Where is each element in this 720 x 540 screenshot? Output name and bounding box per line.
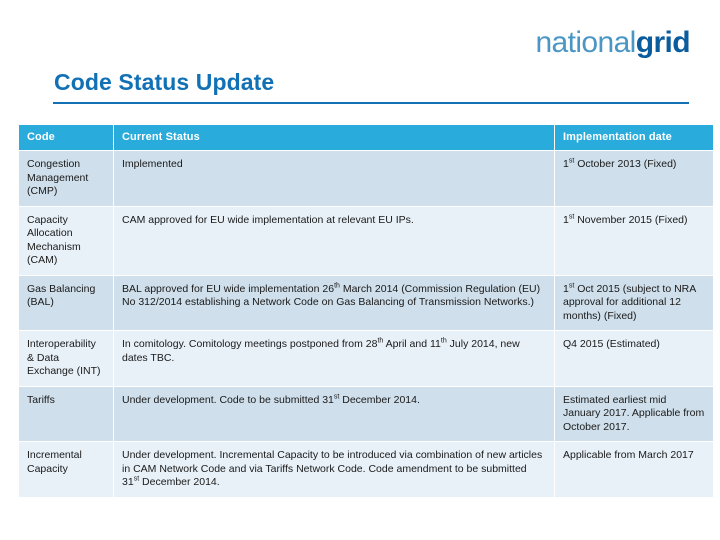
title-block: Code Status Update bbox=[53, 68, 690, 104]
cell-implementation-date: Estimated earliest mid January 2017. App… bbox=[555, 386, 713, 441]
cell-current-status: Implemented bbox=[114, 151, 554, 206]
code-status-table: Code Current Status Implementation date … bbox=[18, 124, 714, 498]
column-header-code: Code bbox=[19, 125, 113, 150]
column-header-implementation-date: Implementation date bbox=[555, 125, 713, 150]
code-status-table-wrapper: Code Current Status Implementation date … bbox=[18, 124, 714, 498]
cell-implementation-date: 1st November 2015 (Fixed) bbox=[555, 206, 713, 275]
cell-code: Gas Balancing (BAL) bbox=[19, 275, 113, 330]
logo-text-grid: grid bbox=[635, 26, 691, 59]
table-row: Congestion Management (CMP) Implemented 1s… bbox=[19, 151, 713, 206]
cell-implementation-date: Q4 2015 (Estimated) bbox=[555, 331, 713, 386]
table-row: Incremental Capacity Under development. I… bbox=[19, 442, 713, 497]
cell-code: Congestion Management (CMP) bbox=[19, 151, 113, 206]
cell-code: Tariffs bbox=[19, 386, 113, 441]
cell-current-status: CAM approved for EU wide implementation … bbox=[114, 206, 554, 275]
table-row: Tariffs Under development. Code to be sub… bbox=[19, 386, 713, 441]
table-header-row: Code Current Status Implementation date bbox=[19, 125, 713, 150]
table-body: Congestion Management (CMP) Implemented 1s… bbox=[19, 151, 713, 497]
cell-code: Interoperability & Data Exchange (INT) bbox=[19, 331, 113, 386]
cell-implementation-date: 1st Oct 2015 (subject to NRA approval fo… bbox=[555, 275, 713, 330]
logo-text-national: national bbox=[535, 26, 636, 59]
page-title: Code Status Update bbox=[54, 69, 275, 95]
table-row: Interoperability & Data Exchange (INT) In… bbox=[19, 331, 713, 386]
cell-current-status: In comitology. Comitology meetings postp… bbox=[114, 331, 554, 386]
cell-code: Incremental Capacity bbox=[19, 442, 113, 497]
table-row: Gas Balancing (BAL) BAL approved for EU w… bbox=[19, 275, 713, 330]
cell-implementation-date: Applicable from March 2017 bbox=[555, 442, 713, 497]
column-header-current-status: Current Status bbox=[114, 125, 554, 150]
cell-current-status: BAL approved for EU wide implementation … bbox=[114, 275, 554, 330]
cell-current-status: Under development. Code to be submitted … bbox=[114, 386, 554, 441]
national-grid-logo: nationalgrid bbox=[535, 26, 690, 60]
title-underline-rule bbox=[53, 102, 689, 104]
table-row: Capacity Allocation Mechanism (CAM) CAM a… bbox=[19, 206, 713, 275]
cell-current-status: Under development. Incremental Capacity … bbox=[114, 442, 554, 497]
cell-implementation-date: 1st October 2013 (Fixed) bbox=[555, 151, 713, 206]
cell-code: Capacity Allocation Mechanism (CAM) bbox=[19, 206, 113, 275]
